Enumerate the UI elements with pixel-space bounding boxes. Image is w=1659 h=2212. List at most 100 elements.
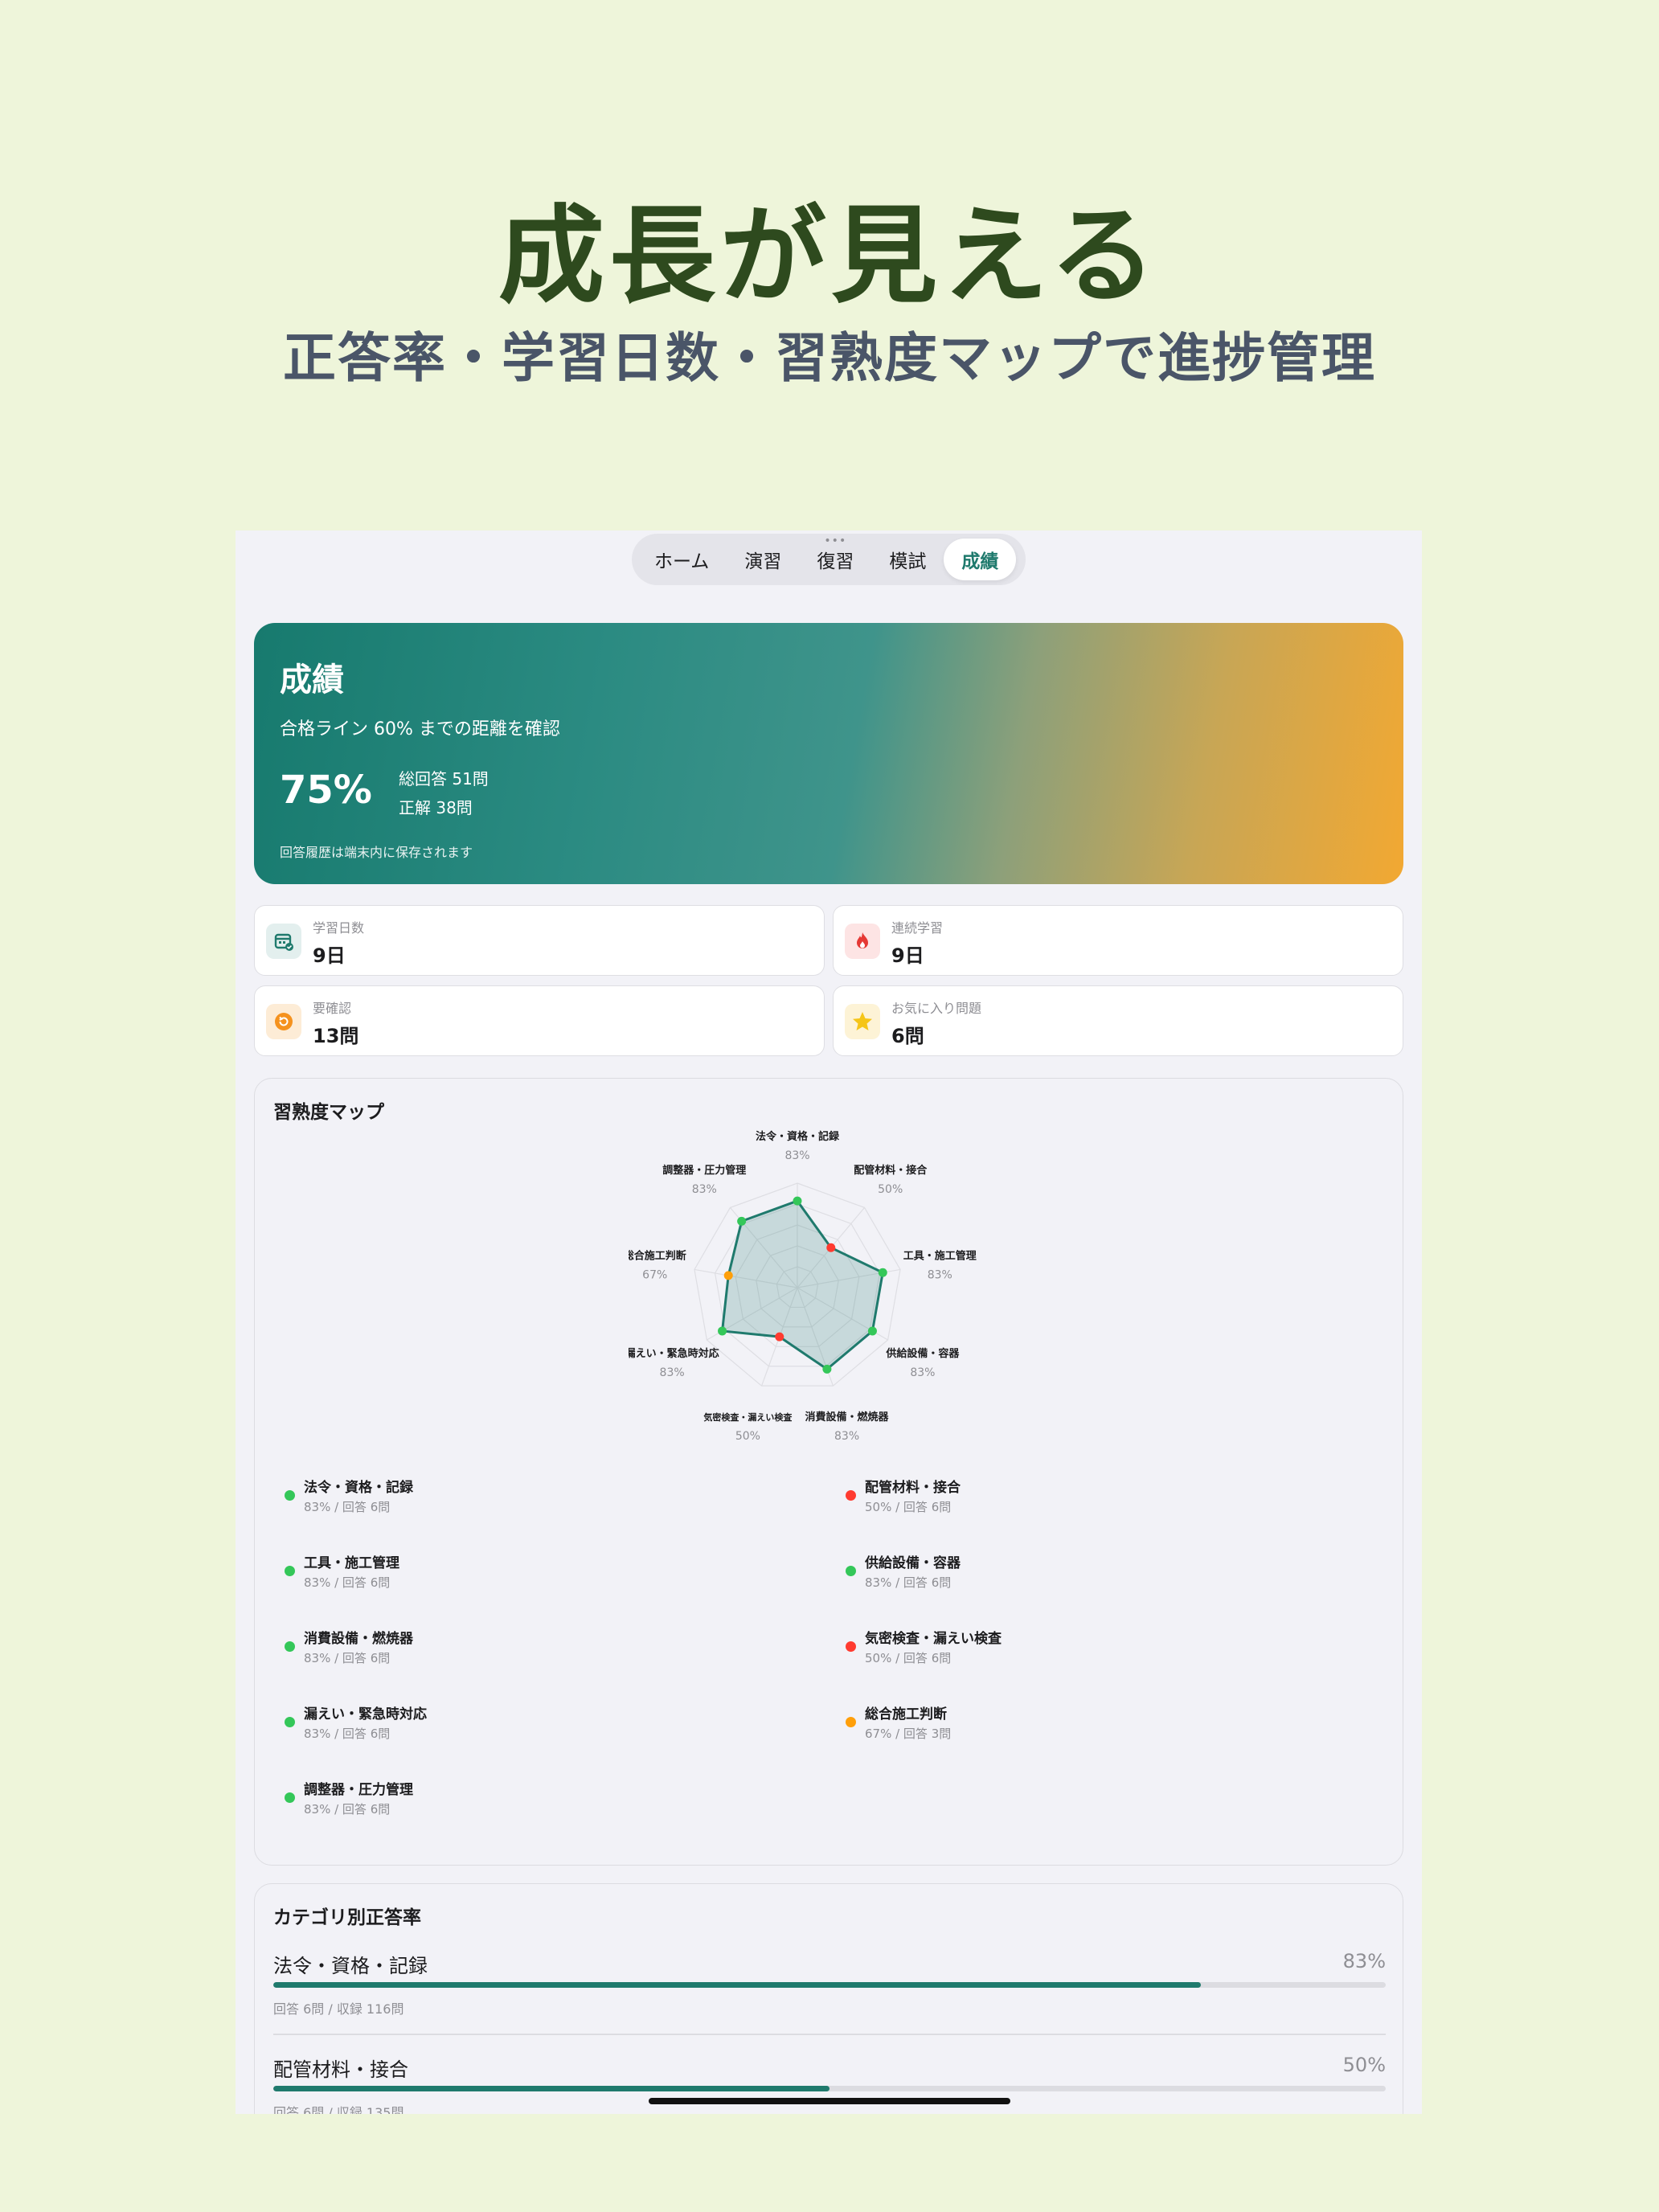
total-answered: 総回答 51問	[399, 769, 489, 789]
status-dot	[285, 1566, 295, 1576]
radar-axis-label: 総合施工判断	[629, 1250, 686, 1263]
stat-study-days: 学習日数 9日	[254, 905, 825, 976]
tab-review[interactable]: ••• 復習	[799, 535, 871, 580]
tab-label: 復習	[817, 551, 854, 572]
category-name: 配管材料・接合	[273, 2058, 408, 2081]
status-dot	[846, 1717, 856, 1727]
divider	[273, 2034, 1386, 2035]
results-subtitle: 合格ライン 60% までの距離を確認	[280, 719, 560, 739]
mastery-legend-item[interactable]: 配管材料・接合 50% / 回答 6問	[834, 1464, 1373, 1532]
legend-category-name: 調整器・圧力管理	[304, 1782, 413, 1798]
tab-bar: ホーム 演習 ••• 復習 模試 成績	[632, 534, 1026, 585]
calendar-check-icon	[266, 924, 301, 959]
status-dot	[285, 1490, 295, 1501]
radar-axis-pct: 83%	[660, 1366, 685, 1379]
category-name: 法令・資格・記録	[273, 1955, 428, 1977]
tab-label: 演習	[744, 551, 782, 572]
stat-value: 9日	[313, 944, 346, 967]
legend-category-name: 供給設備・容器	[865, 1555, 961, 1571]
mastery-legend-item[interactable]: 調整器・圧力管理 83% / 回答 6問	[273, 1767, 812, 1834]
category-meta: 回答 6問 / 収録 116問	[273, 2001, 404, 2017]
category-rates-card: カテゴリ別正答率 法令・資格・記録 83% 回答 6問 / 収録 116問 配管…	[254, 1883, 1403, 2114]
mastery-legend-item[interactable]: 供給設備・容器 83% / 回答 6問	[834, 1540, 1373, 1608]
flame-icon	[845, 924, 880, 959]
tab-label: 成績	[961, 551, 999, 572]
radar-axis-pct: 83%	[784, 1149, 809, 1162]
status-dot	[846, 1490, 856, 1501]
progress-fill	[273, 2086, 830, 2091]
radar-axis-label: 調整器・圧力管理	[662, 1164, 746, 1177]
tab-mock-exam[interactable]: 模試	[871, 539, 944, 580]
mastery-legend-item[interactable]: 工具・施工管理 83% / 回答 6問	[273, 1540, 812, 1608]
total-correct: 正解 38問	[399, 798, 473, 817]
stat-favorites[interactable]: お気に入り問題 6問	[833, 985, 1403, 1056]
category-pct: 50%	[1342, 2054, 1386, 2076]
status-dot	[285, 1717, 295, 1727]
radar-axis-pct: 50%	[735, 1430, 760, 1443]
legend-category-meta: 83% / 回答 6問	[865, 1575, 952, 1590]
radar-axis-label: 法令・資格・記録	[756, 1130, 840, 1143]
stat-streak: 連続学習 9日	[833, 905, 1403, 976]
review-icon	[266, 1004, 301, 1039]
legend-category-meta: 83% / 回答 6問	[304, 1500, 391, 1514]
mastery-legend-item[interactable]: 気密検査・漏えい検査 50% / 回答 6問	[834, 1616, 1373, 1683]
mastery-legend-item[interactable]: 総合施工判断 67% / 回答 3問	[834, 1691, 1373, 1759]
tab-results[interactable]: 成績	[944, 539, 1017, 580]
home-indicator	[649, 2098, 1010, 2104]
stat-label: 連続学習	[891, 920, 944, 936]
results-summary-card: 成績 合格ライン 60% までの距離を確認 75% 総回答 51問 正解 38問…	[254, 623, 1403, 884]
progress-fill	[273, 1982, 1202, 1988]
tab-label: ホーム	[654, 551, 710, 572]
category-meta: 回答 6問 / 収録 135問	[273, 2105, 404, 2114]
legend-category-name: 法令・資格・記録	[304, 1480, 413, 1496]
mastery-legend-item[interactable]: 法令・資格・記録 83% / 回答 6問	[273, 1464, 812, 1532]
radar-axis-label: 気密検査・漏えい検査	[703, 1411, 792, 1423]
status-dot	[846, 1566, 856, 1576]
category-pct: 83%	[1342, 1950, 1386, 1972]
radar-point	[826, 1243, 836, 1252]
radar-axis-label: 供給設備・容器	[885, 1347, 960, 1360]
tab-home[interactable]: ホーム	[637, 539, 727, 580]
progress-track	[273, 1982, 1386, 1988]
radar-axis-pct: 83%	[692, 1183, 717, 1196]
radar-axis-pct: 83%	[834, 1430, 859, 1443]
stat-label: 学習日数	[313, 920, 365, 936]
mastery-map-title: 習熟度マップ	[273, 1102, 384, 1123]
tab-label: 模試	[889, 551, 927, 572]
radar-axis-pct: 83%	[910, 1366, 935, 1379]
promo-headline: 成長が見える	[498, 195, 1161, 318]
legend-category-name: 総合施工判断	[865, 1706, 947, 1722]
radar-point	[867, 1326, 877, 1336]
stat-value: 13問	[313, 1025, 359, 1047]
storage-note: 回答履歴は端末内に保存されます	[280, 845, 473, 860]
radar-axis-pct: 67%	[642, 1269, 667, 1282]
category-rates-title: カテゴリ別正答率	[273, 1907, 421, 1928]
legend-category-name: 工具・施工管理	[304, 1555, 399, 1571]
progress-track	[273, 2086, 1386, 2091]
radar-axis-pct: 83%	[928, 1269, 952, 1282]
stat-label: お気に入り問題	[891, 1001, 982, 1016]
radar-point	[822, 1364, 832, 1374]
legend-category-meta: 50% / 回答 6問	[865, 1500, 952, 1514]
legend-category-meta: 83% / 回答 6問	[304, 1651, 391, 1665]
radar-point	[737, 1216, 747, 1226]
radar-point	[775, 1332, 784, 1342]
mastery-legend-item[interactable]: 消費設備・燃焼器 83% / 回答 6問	[273, 1616, 812, 1683]
legend-category-meta: 67% / 回答 3問	[865, 1727, 952, 1741]
legend-category-meta: 83% / 回答 6問	[304, 1727, 391, 1741]
radar-axis-label: 工具・施工管理	[903, 1250, 977, 1263]
accuracy-rate: 75%	[280, 768, 372, 813]
mastery-map-card: 習熟度マップ 法令・資格・記録 83% 配管材料・接合 50% 工具・施工管理 83% 供給…	[254, 1078, 1403, 1866]
stat-needs-review[interactable]: 要確認 13問	[254, 985, 825, 1056]
radar-point	[878, 1268, 887, 1277]
tab-practice[interactable]: 演習	[727, 539, 799, 580]
stat-value: 9日	[891, 944, 924, 967]
app-screen: ホーム 演習 ••• 復習 模試 成績 成績 合格ライン 60% までの距離を確…	[236, 530, 1422, 2114]
legend-category-meta: 83% / 回答 6問	[304, 1575, 391, 1590]
legend-category-name: 消費設備・燃焼器	[304, 1631, 413, 1647]
radar-point	[718, 1326, 727, 1336]
radar-axis-label: 配管材料・接合	[854, 1164, 928, 1177]
radar-axis-label: 漏えい・緊急時対応	[629, 1347, 719, 1360]
mastery-legend-item[interactable]: 漏えい・緊急時対応 83% / 回答 6問	[273, 1691, 812, 1759]
more-dots-icon[interactable]: •••	[824, 535, 846, 547]
